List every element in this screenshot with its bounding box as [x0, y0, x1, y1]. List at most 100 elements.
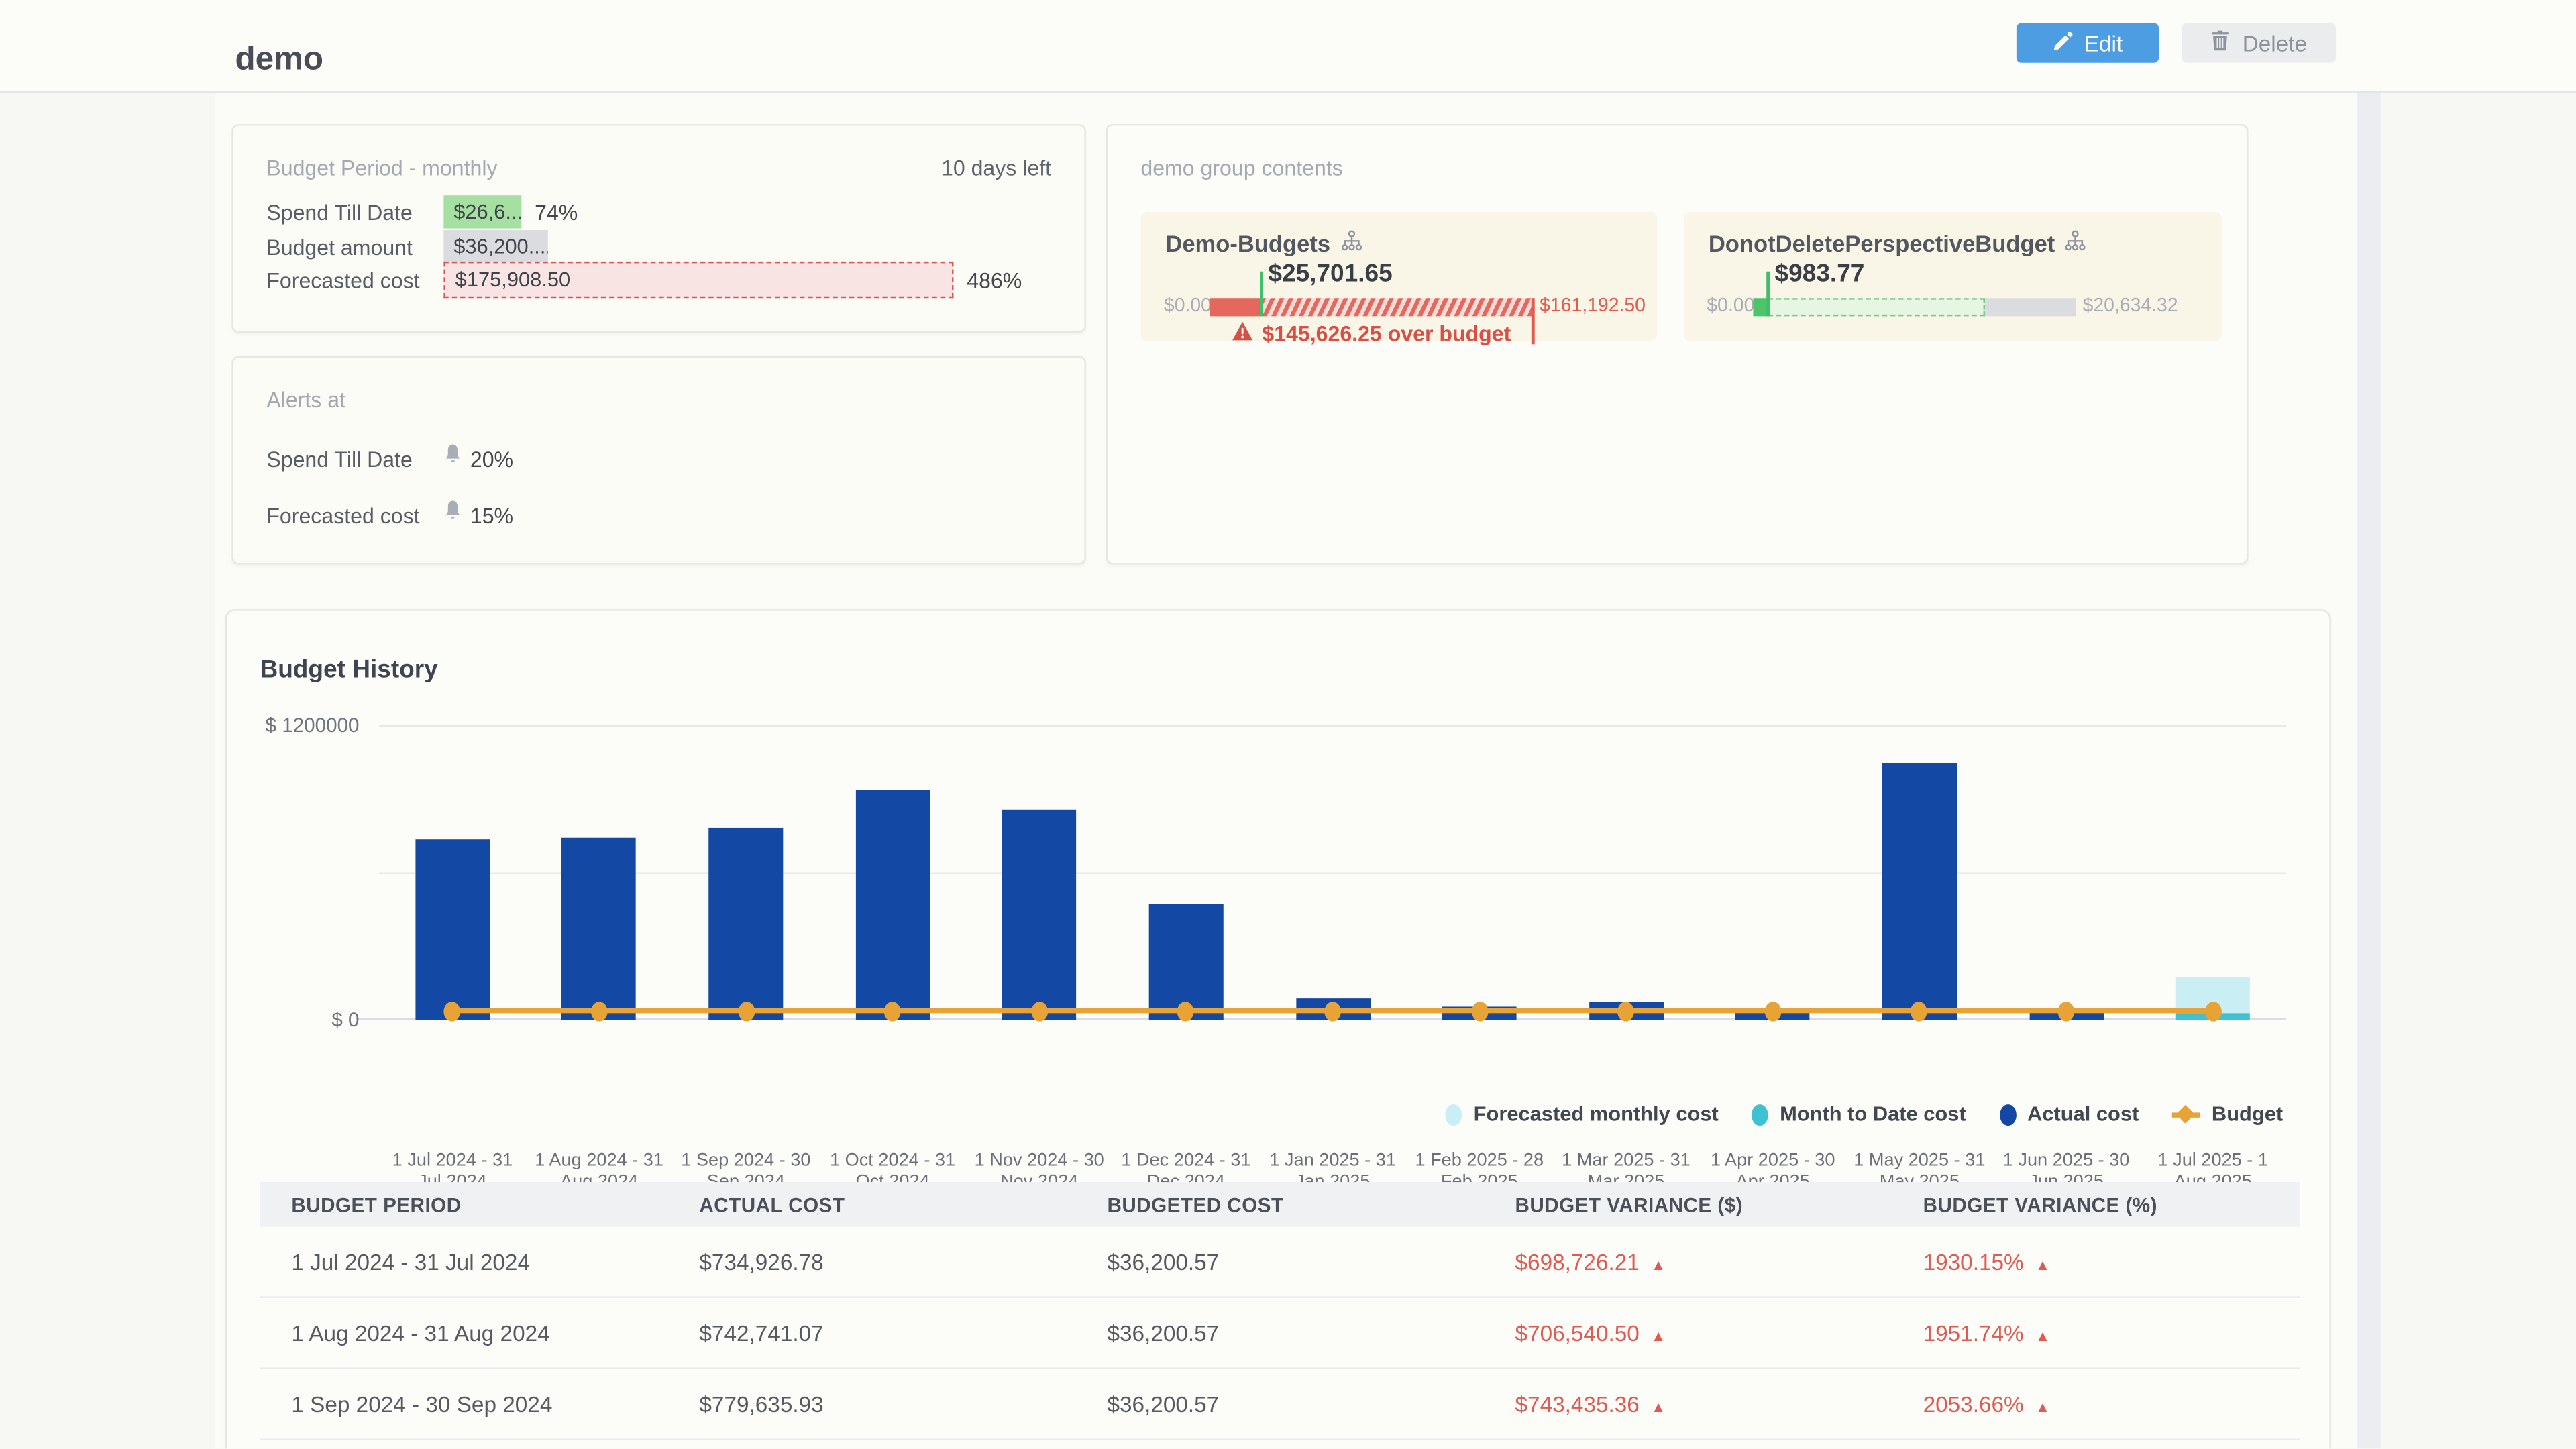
legend-item[interactable]: Budget — [2172, 1103, 2284, 1126]
over-budget-alert: $145,626.25 over budget — [1210, 321, 1533, 346]
alert-threshold: 15% — [470, 502, 513, 527]
table-cell: 1 Sep 2024 - 30 Sep 2024 — [260, 1391, 667, 1416]
value-chip: $175,908.50 — [443, 262, 953, 298]
table-header-cell: BUDGETED COST — [1076, 1193, 1484, 1216]
metric-label: Forecasted cost — [266, 268, 443, 292]
budget-legend-marker — [2172, 1104, 2200, 1125]
budget-bar-min: $0.00 — [1707, 297, 1754, 317]
budget-current-value: $983.77 — [1775, 260, 1865, 288]
legend-item[interactable]: Actual cost — [1999, 1103, 2139, 1126]
legend-label: Budget — [2212, 1103, 2283, 1126]
hierarchy-icon — [1340, 230, 1362, 256]
up-triangle-icon: ▲ — [1651, 1327, 1666, 1344]
legend-item[interactable]: Forecasted monthly cost — [1446, 1103, 1719, 1126]
budget-progress-bar — [1753, 298, 2076, 316]
chart-bar — [415, 839, 490, 1020]
table-header-cell: ACTUAL COST — [668, 1193, 1076, 1216]
table-row: 1 Sep 2024 - 30 Sep 2024$779,635.93$36,2… — [260, 1369, 2299, 1440]
table-cell: $36,200.57 — [1076, 1391, 1484, 1416]
variance-cell: 1951.74%▲ — [1892, 1320, 2300, 1345]
table-cell: $779,635.93 — [668, 1391, 1076, 1416]
chart-bar — [1002, 810, 1077, 1020]
metric-label: Spend Till Date — [266, 199, 443, 224]
alerts-title: Alerts at — [266, 387, 345, 412]
budget-progress-bar — [1210, 298, 1533, 316]
hierarchy-icon — [2065, 230, 2086, 256]
chart-title: Budget History — [260, 655, 437, 684]
chart-bar — [1882, 764, 1957, 1020]
bell-icon — [443, 443, 462, 473]
budget-mini-card[interactable]: Demo-Budgets$25,701.65$0.00$161,192.50$1… — [1140, 212, 1657, 341]
edit-button[interactable]: Edit — [2017, 23, 2159, 63]
alert-threshold: 20% — [470, 446, 513, 471]
table-header-cell: BUDGET VARIANCE ($) — [1484, 1193, 1892, 1216]
budget-mini-card[interactable]: DonotDeletePerspectiveBudget $983.77 $0.00… — [1684, 212, 2222, 341]
budget-point-marker — [738, 1001, 755, 1021]
budget-period-row: Budget amount$36,200.... — [266, 230, 548, 263]
table-cell: $36,200.57 — [1076, 1320, 1484, 1345]
table-row: 1 Aug 2024 - 31 Aug 2024$742,741.07$36,2… — [260, 1298, 2299, 1369]
legend-item[interactable]: Month to Date cost — [1752, 1103, 1966, 1126]
budget-current-value: $25,701.65 — [1268, 260, 1392, 288]
group-contents-card: demo group contents Demo-Budgets$25,701.… — [1106, 124, 2249, 564]
metric-label: Forecasted cost — [266, 502, 443, 527]
table-header-cell: BUDGET PERIOD — [260, 1193, 667, 1216]
chart-bar — [562, 837, 637, 1020]
y-axis-label-zero: $ 0 — [213, 1008, 359, 1032]
budget-bar-max: $20,634.32 — [2083, 297, 2178, 317]
budget-point-marker — [1471, 1001, 1488, 1021]
chart-legend: Forecasted monthly cost Month to Date cos… — [1446, 1103, 2284, 1126]
delete-button-label: Delete — [2243, 31, 2307, 56]
table-cell: $742,741.07 — [668, 1320, 1076, 1345]
budget-period-row: Spend Till Date$26,6...74% — [266, 195, 578, 228]
value-chip: $36,200.... — [443, 230, 547, 263]
spend-marker — [1260, 272, 1263, 317]
table-row: 1 Jul 2024 - 31 Jul 2024$734,926.78$36,2… — [260, 1227, 2299, 1298]
series-legend-marker — [1752, 1104, 1768, 1125]
budget-period-row: Forecasted cost$175,908.50 486% — [266, 263, 1022, 296]
up-triangle-icon: ▲ — [2035, 1327, 2050, 1344]
budget-bar-min: $0.00 — [1164, 297, 1212, 317]
legend-label: Actual cost — [2027, 1103, 2139, 1126]
alert-row: Spend Till Date 20% — [266, 443, 513, 473]
gridline — [379, 873, 2286, 874]
gridline — [379, 725, 2286, 727]
legend-label: Forecasted monthly cost — [1474, 1103, 1719, 1126]
variance-cell: $706,540.50▲ — [1484, 1320, 1892, 1345]
series-legend-marker — [1999, 1104, 2016, 1125]
table-header-cell: BUDGET VARIANCE (%) — [1892, 1193, 2300, 1216]
y-axis-label-max: $ 1200000 — [213, 714, 359, 737]
budget-point-marker — [2058, 1001, 2075, 1021]
percentage-label: 486% — [967, 268, 1022, 292]
chart-bar — [708, 828, 783, 1020]
table-header-row: BUDGET PERIODACTUAL COSTBUDGETED COSTBUD… — [260, 1182, 2299, 1227]
chart-bar — [855, 790, 930, 1020]
budget-table: BUDGET PERIODACTUAL COSTBUDGETED COSTBUD… — [260, 1182, 2299, 1440]
budget-point-marker — [591, 1001, 608, 1021]
up-triangle-icon: ▲ — [2035, 1256, 2050, 1273]
budget-point-marker — [1324, 1001, 1341, 1021]
up-triangle-icon: ▲ — [2035, 1398, 2050, 1415]
metric-label: Spend Till Date — [266, 446, 443, 471]
budget-point-marker — [1031, 1001, 1048, 1021]
budget-period-title: Budget Period - monthly — [266, 156, 497, 180]
spend-marker — [1766, 272, 1770, 317]
budget-name: DonotDeletePerspectiveBudget — [1709, 230, 2086, 256]
variance-cell: $743,435.36▲ — [1484, 1391, 1892, 1416]
variance-cell: 1930.15%▲ — [1892, 1249, 2300, 1274]
series-legend-marker — [1446, 1104, 1462, 1125]
days-left-label: 10 days left — [941, 156, 1051, 180]
budget-name: Demo-Budgets — [1165, 230, 1362, 256]
budget-point-marker — [1764, 1001, 1781, 1021]
warning-icon — [1232, 321, 1254, 346]
delete-button[interactable]: Delete — [2182, 23, 2337, 63]
scrollbar-track[interactable] — [2357, 93, 2381, 1448]
up-triangle-icon: ▲ — [1651, 1256, 1666, 1273]
table-cell: 1 Jul 2024 - 31 Jul 2024 — [260, 1249, 667, 1274]
variance-cell: $698,726.21▲ — [1484, 1249, 1892, 1274]
variance-cell: 2053.66%▲ — [1892, 1391, 2300, 1416]
page-title: demo — [235, 42, 323, 80]
chart-plot: $ 1200000$ 0 — [379, 725, 2286, 1020]
page-header: demo Edit Delete — [0, 0, 2576, 93]
table-cell: $734,926.78 — [668, 1249, 1076, 1274]
